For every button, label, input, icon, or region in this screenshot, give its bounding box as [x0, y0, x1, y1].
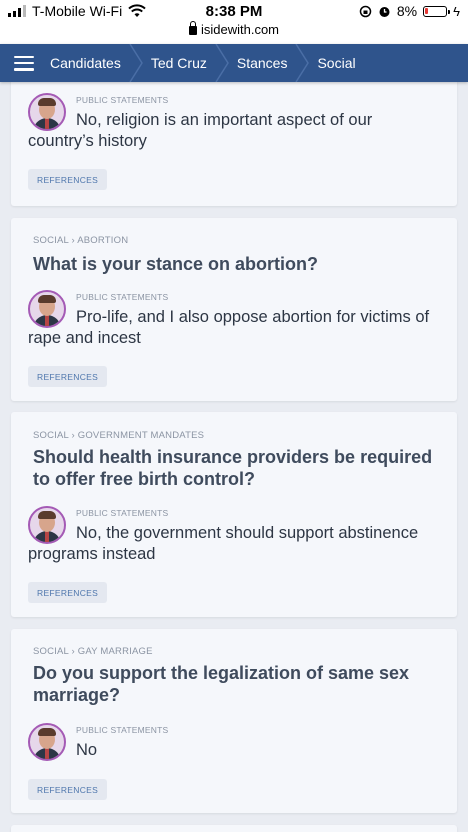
breadcrumb-navbar: Candidates Ted Cruz Stances Social	[0, 44, 468, 82]
alarm-icon	[379, 6, 390, 17]
source-label: PUBLIC STATEMENTS	[76, 508, 169, 518]
menu-icon[interactable]	[14, 55, 34, 71]
stance-category: SOCIAL › GAY MARRIAGE	[33, 646, 153, 657]
stance-card: SOCIAL › ABORTION What is your stance on…	[11, 218, 457, 401]
status-bar: T-Mobile Wi-Fi 8:38 PM isidewith.com 8% …	[0, 0, 468, 44]
breadcrumb-separator-icon	[295, 44, 310, 82]
status-right: 8% ϟ	[359, 3, 460, 19]
source-label: PUBLIC STATEMENTS	[76, 725, 169, 735]
stance-question: Should health insurance providers be req…	[33, 447, 433, 489]
source-label: PUBLIC STATEMENTS	[76, 95, 169, 105]
stance-category: SOCIAL › GOVERNMENT MANDATES	[33, 430, 205, 441]
stance-answer: No, the government should support abstin…	[28, 523, 438, 565]
source-label: PUBLIC STATEMENTS	[76, 292, 169, 302]
stance-card: PUBLIC STATEMENTS No, religion is an imp…	[11, 72, 457, 206]
stance-answer-text: No	[76, 741, 98, 759]
url-bar[interactable]: isidewith.com	[0, 21, 468, 37]
breadcrumb-candidates[interactable]: Candidates	[50, 44, 121, 82]
breadcrumb-separator-icon	[129, 44, 143, 82]
stance-answer-text: Pro-life, and I also oppose abortion for…	[28, 308, 430, 347]
lock-icon	[188, 21, 197, 35]
stance-answer-text: No, the government should support abstin…	[28, 524, 419, 563]
breadcrumb-stances[interactable]: Stances	[237, 44, 288, 82]
stance-answer: Pro-life, and I also oppose abortion for…	[28, 307, 438, 349]
stance-question: What is your stance on abortion?	[33, 254, 319, 274]
rotation-lock-icon	[359, 5, 372, 17]
stance-category: SOCIAL › ABORTION	[33, 235, 129, 246]
url-text: isidewith.com	[200, 22, 280, 37]
stance-question: Do you support the legalization of same …	[33, 663, 410, 705]
charging-bolt-icon: ϟ	[453, 3, 460, 19]
breadcrumb-separator-icon	[215, 44, 229, 82]
breadcrumb-ted-cruz[interactable]: Ted Cruz	[151, 44, 207, 82]
stance-answer: No, religion is an important aspect of o…	[28, 110, 438, 152]
references-button[interactable]: REFERENCES	[28, 169, 108, 190]
references-button[interactable]: REFERENCES	[28, 582, 108, 603]
stance-answer-text: No, religion is an important aspect of o…	[28, 111, 373, 150]
stance-card: SOCIAL › GAY MARRIAGE Do you support the…	[11, 629, 457, 813]
references-button[interactable]: REFERENCES	[28, 366, 108, 387]
page: T-Mobile Wi-Fi 8:38 PM isidewith.com 8% …	[0, 0, 468, 832]
stance-answer: No	[28, 740, 438, 761]
references-button[interactable]: REFERENCES	[28, 779, 108, 800]
battery-icon	[423, 5, 451, 17]
breadcrumb-social[interactable]: Social	[317, 44, 355, 82]
stance-card: SOCIAL › GOVERNMENT MANDATES Should heal…	[11, 412, 457, 617]
breadcrumb: Candidates Ted Cruz Stances Social	[50, 44, 356, 82]
battery-percent: 8%	[396, 3, 418, 19]
stance-card	[11, 825, 457, 832]
